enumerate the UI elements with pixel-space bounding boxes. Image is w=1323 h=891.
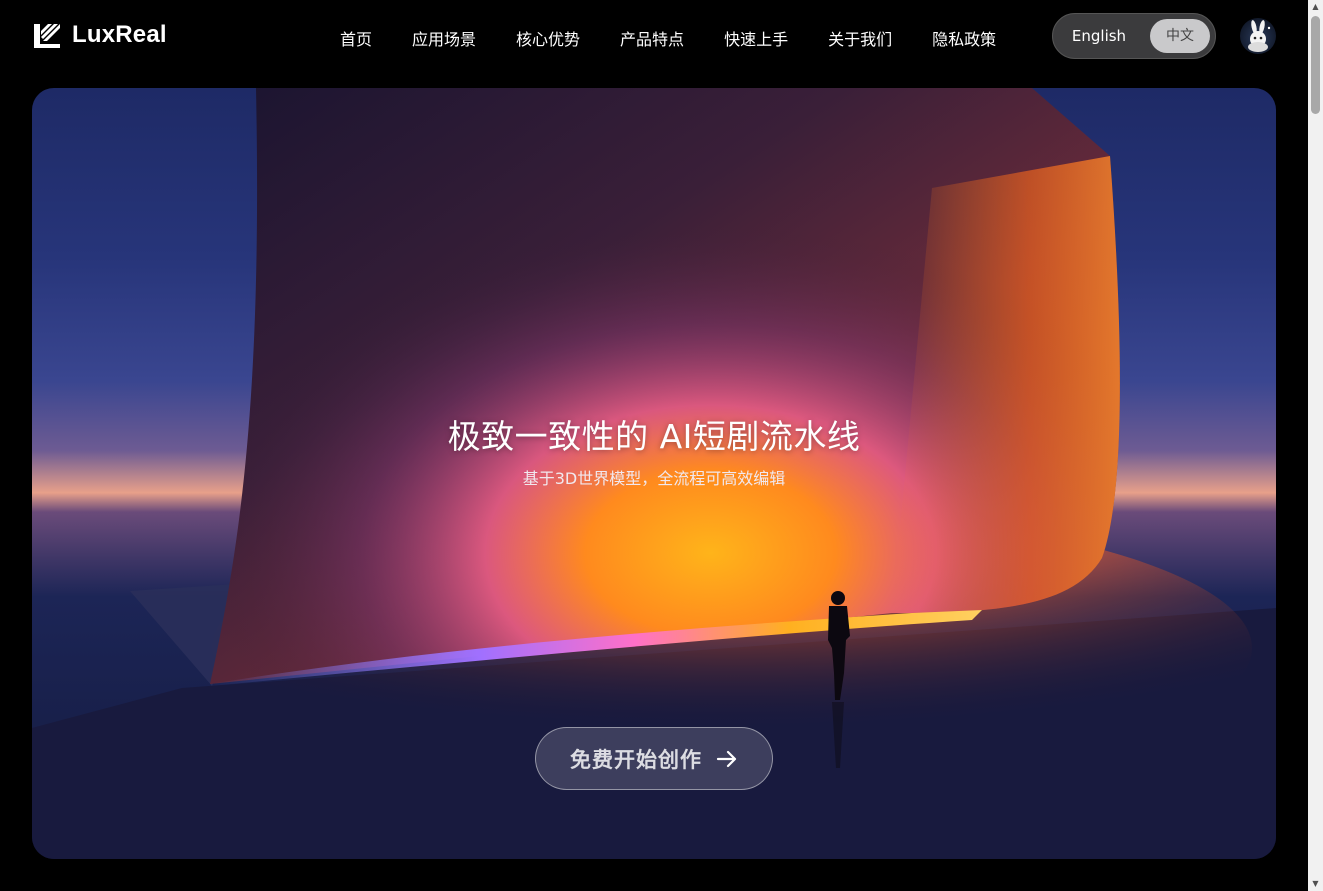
nav-item-home[interactable]: 首页 bbox=[320, 22, 392, 54]
rabbit-avatar-icon bbox=[1248, 20, 1271, 52]
nav-item-about[interactable]: 关于我们 bbox=[808, 22, 912, 54]
language-option-chinese[interactable]: 中文 bbox=[1150, 19, 1210, 53]
page-scrollbar[interactable]: ▲ ▼ bbox=[1308, 0, 1323, 891]
nav-item-features[interactable]: 产品特点 bbox=[600, 22, 704, 54]
start-creating-label: 免费开始创作 bbox=[570, 747, 702, 772]
language-option-english[interactable]: English bbox=[1061, 20, 1137, 52]
hero-title: 极致一致性的 AI短剧流水线 bbox=[447, 417, 861, 456]
scroll-up-icon[interactable]: ▲ bbox=[1308, 0, 1323, 14]
page: LuxReal 首页 应用场景 核心优势 产品特点 快速上手 关于我们 隐私政策… bbox=[0, 0, 1323, 891]
user-avatar[interactable] bbox=[1240, 18, 1276, 54]
scroll-down-icon[interactable]: ▼ bbox=[1308, 877, 1323, 891]
nav-item-advantages[interactable]: 核心优势 bbox=[496, 22, 600, 54]
start-creating-button[interactable]: 免费开始创作 bbox=[535, 727, 773, 790]
hero-banner: 极致一致性的 AI短剧流水线 基于3D世界模型，全流程可高效编辑 免费开始创作 bbox=[32, 88, 1276, 859]
top-navigation-bar: LuxReal 首页 应用场景 核心优势 产品特点 快速上手 关于我们 隐私政策… bbox=[0, 0, 1308, 72]
main-nav: 首页 应用场景 核心优势 产品特点 快速上手 关于我们 隐私政策 bbox=[320, 22, 1016, 54]
language-toggle: English 中文 bbox=[1052, 13, 1216, 59]
arrow-right-icon bbox=[716, 750, 737, 767]
brand-logo[interactable]: LuxReal bbox=[32, 20, 167, 50]
scrollbar-thumb[interactable] bbox=[1311, 16, 1320, 114]
brand-name: LuxReal bbox=[72, 21, 167, 48]
nav-item-quickstart[interactable]: 快速上手 bbox=[704, 22, 808, 54]
hero-subtitle: 基于3D世界模型，全流程可高效编辑 bbox=[522, 469, 786, 488]
luxreal-logo-icon bbox=[34, 24, 60, 48]
nav-item-privacy[interactable]: 隐私政策 bbox=[912, 22, 1016, 54]
nav-item-scenarios[interactable]: 应用场景 bbox=[392, 22, 496, 54]
